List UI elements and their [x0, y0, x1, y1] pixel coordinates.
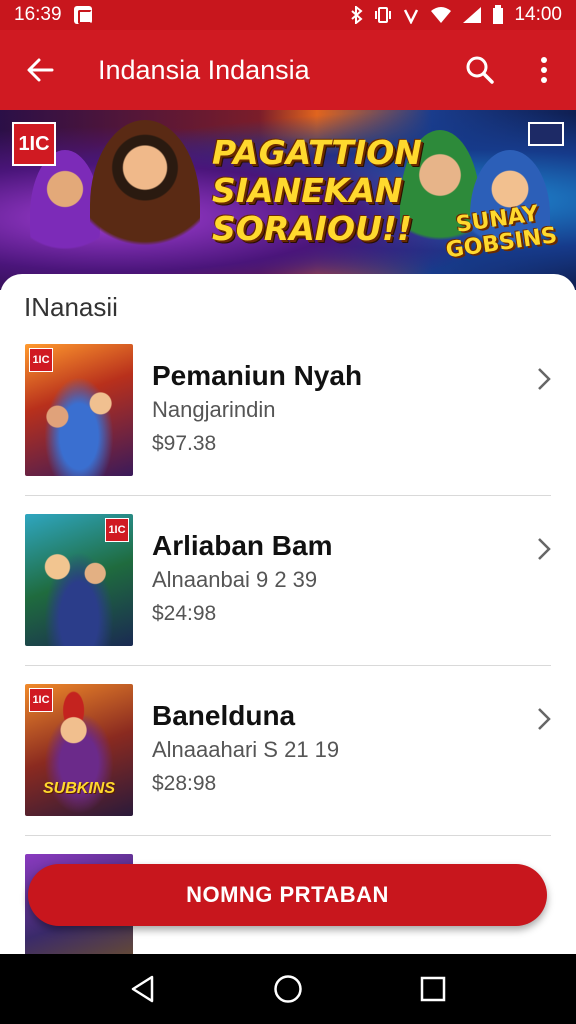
list-item[interactable]: 1IC Pemaniun Nyah Nangjarindin $97.38 [0, 336, 576, 506]
banner-badge [528, 122, 564, 146]
item-subtitle: Alnaaahari S 21 19 [152, 737, 340, 762]
item-title: Banelduna [152, 700, 296, 731]
app-title: Indansia Indansia [98, 54, 310, 85]
banner-logo: 1IC [12, 122, 56, 166]
banner-character [90, 120, 200, 290]
system-nav-bar [0, 954, 576, 1024]
item-price: $28:98 [152, 772, 217, 795]
more-vertical-icon [541, 57, 547, 83]
notification-icon [73, 6, 92, 24]
back-button[interactable] [0, 30, 80, 110]
wifi-icon [431, 7, 452, 23]
thumbnail-badge: 1IC [105, 518, 129, 542]
nav-home-button[interactable] [258, 959, 318, 1019]
app-bar: Indansia Indansia [0, 30, 576, 110]
chevron-right-icon [538, 538, 551, 560]
search-icon [466, 56, 494, 84]
vibrate-icon [375, 7, 392, 23]
item-title: Pemaniun Nyah [152, 360, 363, 391]
status-bar: 16:39 14:00 [0, 0, 576, 30]
item-price: $97.38 [152, 432, 217, 455]
status-time: 16:39 [14, 4, 62, 25]
more-options-button[interactable] [512, 30, 576, 110]
content-sheet: INanasii 1IC Pemaniun Nyah Nangjarindin … [0, 274, 576, 954]
banner-headline: PAGATTION SIANEKAN SORAIOU!! [212, 133, 422, 248]
arrow-left-icon [27, 58, 54, 82]
bluetooth-icon [351, 6, 364, 24]
signal-icon [463, 7, 482, 23]
square-recents-icon [421, 976, 446, 1002]
nav-back-button[interactable] [113, 959, 173, 1019]
item-subtitle: Nangjarindin [152, 397, 276, 422]
divider [25, 495, 551, 496]
divider [25, 835, 551, 836]
item-thumbnail: 1IC [25, 344, 133, 476]
circle-home-icon [274, 975, 302, 1003]
item-subtitle: Alnaanbai 9 2 39 [152, 567, 318, 592]
triangle-back-icon [131, 975, 153, 1003]
chevron-right-icon [538, 368, 551, 390]
section-title: INanasii [24, 292, 118, 322]
primary-action-button[interactable]: NOMNG PRTABAN [28, 864, 547, 926]
nav-recents-button[interactable] [403, 959, 463, 1019]
thumbnail-caption: SUBKINS [42, 780, 115, 797]
data-icon [404, 9, 419, 24]
status-clock: 14:00 [514, 4, 562, 25]
battery-icon [493, 5, 504, 24]
item-thumbnail: 1IC SUBKINS [25, 684, 133, 816]
search-button[interactable] [448, 30, 512, 110]
chevron-right-icon [538, 708, 551, 730]
thumbnail-badge: 1IC [29, 688, 53, 712]
thumbnail-badge: 1IC [29, 348, 53, 372]
item-price: $24:98 [152, 602, 217, 625]
list-item[interactable]: 1IC SUBKINS Banelduna Alnaaahari S 21 19… [0, 676, 576, 846]
list-item[interactable]: 1IC Arliaban Bam Alnaanbai 9 2 39 $24:98 [0, 506, 576, 676]
item-thumbnail: 1IC [25, 514, 133, 646]
divider [25, 665, 551, 666]
item-title: Arliaban Bam [152, 530, 333, 561]
promo-banner[interactable]: 1IC PAGATTION SIANEKAN SORAIOU!! SUNAY G… [0, 110, 576, 290]
